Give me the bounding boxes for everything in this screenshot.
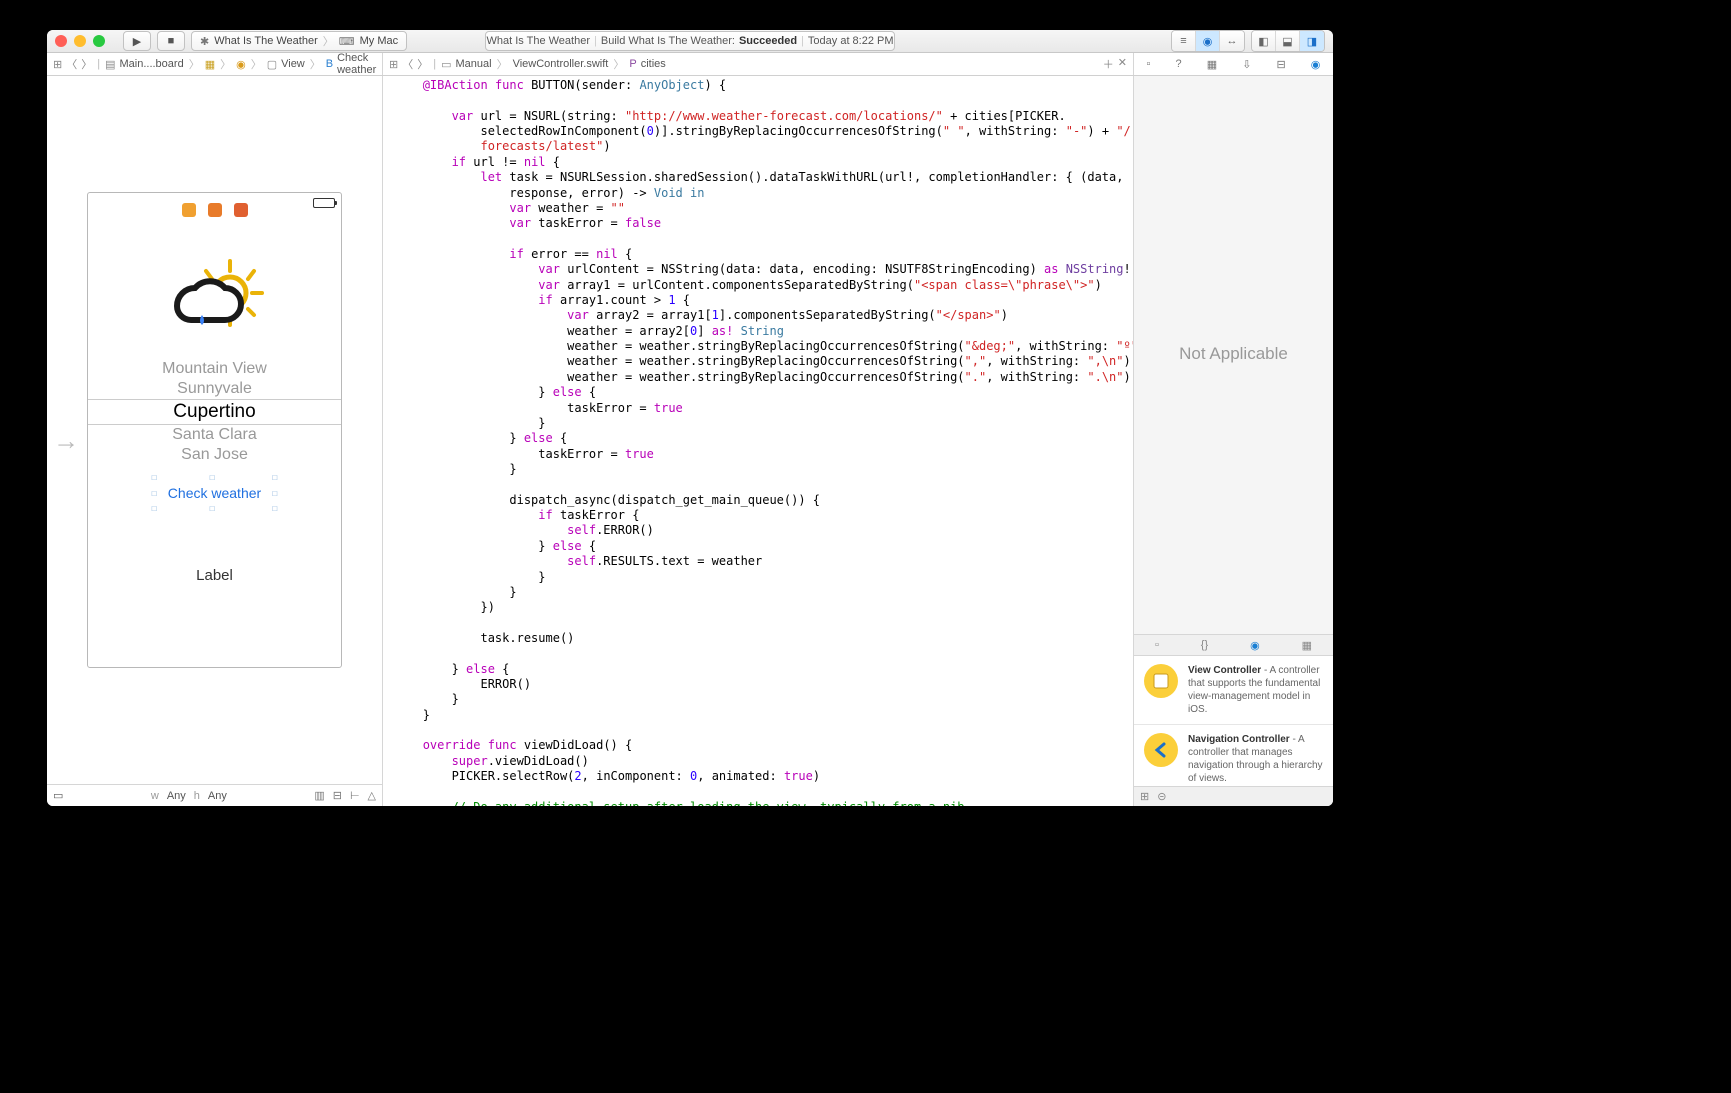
grid-view-icon[interactable]: ⊞: [1140, 790, 1149, 803]
exit-badge-icon[interactable]: [234, 203, 248, 217]
library-item[interactable]: View Controller - A controller that supp…: [1134, 656, 1333, 725]
pane-visibility-group: ◧ ⬓ ◨: [1251, 30, 1325, 52]
related-items-icon[interactable]: ⊞: [53, 58, 62, 71]
scheme-name: What Is The Weather: [214, 35, 318, 47]
filter-icon[interactable]: ⊝: [1157, 790, 1166, 803]
forward-icon[interactable]: 〉: [81, 56, 92, 72]
file-template-library-icon[interactable]: ▫: [1155, 639, 1159, 651]
library-item[interactable]: Navigation Controller - A controller tha…: [1134, 725, 1333, 786]
picker-item: Mountain View: [88, 359, 341, 379]
assistant-jump-bar[interactable]: ⊞ 〈 〉 | ▭ Manual 〉 ViewController.swift …: [383, 53, 1133, 75]
property-icon: P: [629, 58, 636, 70]
quick-help-icon[interactable]: ?: [1176, 58, 1182, 70]
right-pane-icon[interactable]: ◨: [1300, 31, 1324, 51]
bottom-pane-icon[interactable]: ⬓: [1276, 31, 1300, 51]
activity-status[interactable]: What Is The Weather | Build What Is The …: [485, 31, 895, 51]
check-weather-button[interactable]: Check weather: [162, 483, 267, 503]
code-editor[interactable]: @IBAction func BUTTON(sender: AnyObject)…: [383, 76, 1133, 806]
attributes-inspector-icon[interactable]: ⇩: [1242, 58, 1251, 71]
main-split: →: [47, 76, 1333, 806]
file-inspector-icon[interactable]: ▫: [1147, 58, 1151, 70]
xcode-window: ▶ ■ ✱ What Is The Weather 〉 ⌨ My Mac Wha…: [47, 30, 1333, 806]
picker-item: Sunnyvale: [88, 379, 341, 399]
assistant-editor-icon[interactable]: ◉: [1196, 31, 1220, 51]
editor-mode-group: ≡ ◉ ↔: [1171, 30, 1245, 52]
picker-item-selected: Cupertino: [88, 399, 341, 425]
add-assistant-icon[interactable]: ＋: [1103, 56, 1114, 72]
scheme-target: My Mac: [360, 35, 399, 47]
toolbar-right: ≡ ◉ ↔ ◧ ⬓ ◨: [1171, 30, 1325, 52]
code-content: @IBAction func BUTTON(sender: AnyObject)…: [383, 76, 1133, 806]
zoom-window-icon[interactable]: [93, 35, 105, 47]
storyboard-file-icon: ▤: [105, 58, 115, 71]
picker-item: Santa Clara: [88, 425, 341, 445]
left-pane-icon[interactable]: ◧: [1252, 31, 1276, 51]
code-snippet-library-icon[interactable]: {}: [1201, 639, 1208, 651]
standard-editor-icon[interactable]: ≡: [1172, 31, 1196, 51]
close-window-icon[interactable]: [55, 35, 67, 47]
jump-bar-row: ⊞ 〈 〉 | ▤ Main....board 〉 ▦ 〉 ◉ 〉 ▢ View…: [47, 53, 1333, 76]
stop-button[interactable]: ■: [157, 31, 185, 51]
picker-view[interactable]: Mountain View Sunnyvale Cupertino Santa …: [88, 359, 341, 465]
scheme-selector[interactable]: ✱ What Is The Weather 〉 ⌨ My Mac: [191, 31, 407, 51]
window-controls: [55, 35, 105, 47]
identity-inspector-icon[interactable]: ▦: [1207, 58, 1217, 71]
view-icon: ▢: [267, 58, 277, 71]
result-label[interactable]: Label: [196, 567, 233, 584]
object-library-list[interactable]: View Controller - A controller that supp…: [1134, 656, 1333, 786]
library-tabs: ▫ {} ◉ ▦: [1134, 634, 1333, 656]
align-icon[interactable]: ⊟: [333, 789, 342, 802]
weather-icon: [160, 253, 270, 343]
scheme-icon: ✱: [200, 35, 209, 48]
vc-badge-icon[interactable]: [182, 203, 196, 217]
pin-icon[interactable]: ⊢: [350, 789, 360, 802]
connections-inspector-icon[interactable]: ◉: [1311, 58, 1321, 71]
ib-footer: ▭ wAny hAny ▥ ⊟ ⊢ △: [47, 784, 382, 806]
phone-canvas[interactable]: Mountain View Sunnyvale Cupertino Santa …: [87, 192, 342, 668]
vc-icon: ◉: [236, 58, 246, 71]
toolbar-left: ▶ ■ ✱ What Is The Weather 〉 ⌨ My Mac: [123, 31, 407, 51]
back-icon[interactable]: 〈: [402, 56, 413, 72]
interface-builder-panel: →: [47, 76, 383, 806]
first-responder-badge-icon[interactable]: [208, 203, 222, 217]
document-outline-toggle-icon[interactable]: ▭: [53, 789, 63, 802]
inspector-tabs: ▫ ? ▦ ⇩ ⊟ ◉: [1133, 53, 1333, 75]
picker-item: San Jose: [88, 445, 341, 465]
inspector-panel: Not Applicable ▫ {} ◉ ▦ View Controller …: [1133, 76, 1333, 806]
resolve-icon[interactable]: △: [368, 789, 376, 802]
scene-icon: ▦: [205, 58, 215, 71]
media-library-icon[interactable]: ▦: [1302, 639, 1312, 652]
back-icon[interactable]: 〈: [66, 56, 77, 72]
button-icon: B: [326, 58, 333, 70]
inspector-placeholder: Not Applicable: [1179, 344, 1288, 364]
ib-canvas[interactable]: Mountain View Sunnyvale Cupertino Santa …: [47, 76, 382, 784]
library-footer: ⊞ ⊝: [1134, 786, 1333, 806]
version-editor-icon[interactable]: ↔: [1220, 31, 1244, 51]
close-assistant-icon[interactable]: ✕: [1118, 56, 1127, 72]
inspector-body: Not Applicable: [1134, 76, 1333, 634]
manual-icon: ▭: [441, 58, 451, 71]
related-items-icon[interactable]: ⊞: [389, 58, 398, 71]
check-weather-button-selected[interactable]: □□□ □□ □□□ Check weather: [162, 483, 267, 503]
stack-icon[interactable]: ▥: [314, 789, 324, 802]
left-jump-bar[interactable]: ⊞ 〈 〉 | ▤ Main....board 〉 ▦ 〉 ◉ 〉 ▢ View…: [47, 53, 383, 75]
titlebar: ▶ ■ ✱ What Is The Weather 〉 ⌨ My Mac Wha…: [47, 30, 1333, 53]
view-controller-icon: [1144, 664, 1178, 698]
object-library-icon[interactable]: ◉: [1250, 639, 1260, 652]
size-inspector-icon[interactable]: ⊟: [1277, 58, 1286, 71]
run-button[interactable]: ▶: [123, 31, 151, 51]
device-icon: ⌨: [339, 35, 355, 48]
navigation-controller-icon: [1144, 733, 1178, 767]
forward-icon[interactable]: 〉: [417, 56, 428, 72]
minimize-window-icon[interactable]: [74, 35, 86, 47]
battery-icon: [313, 198, 335, 208]
